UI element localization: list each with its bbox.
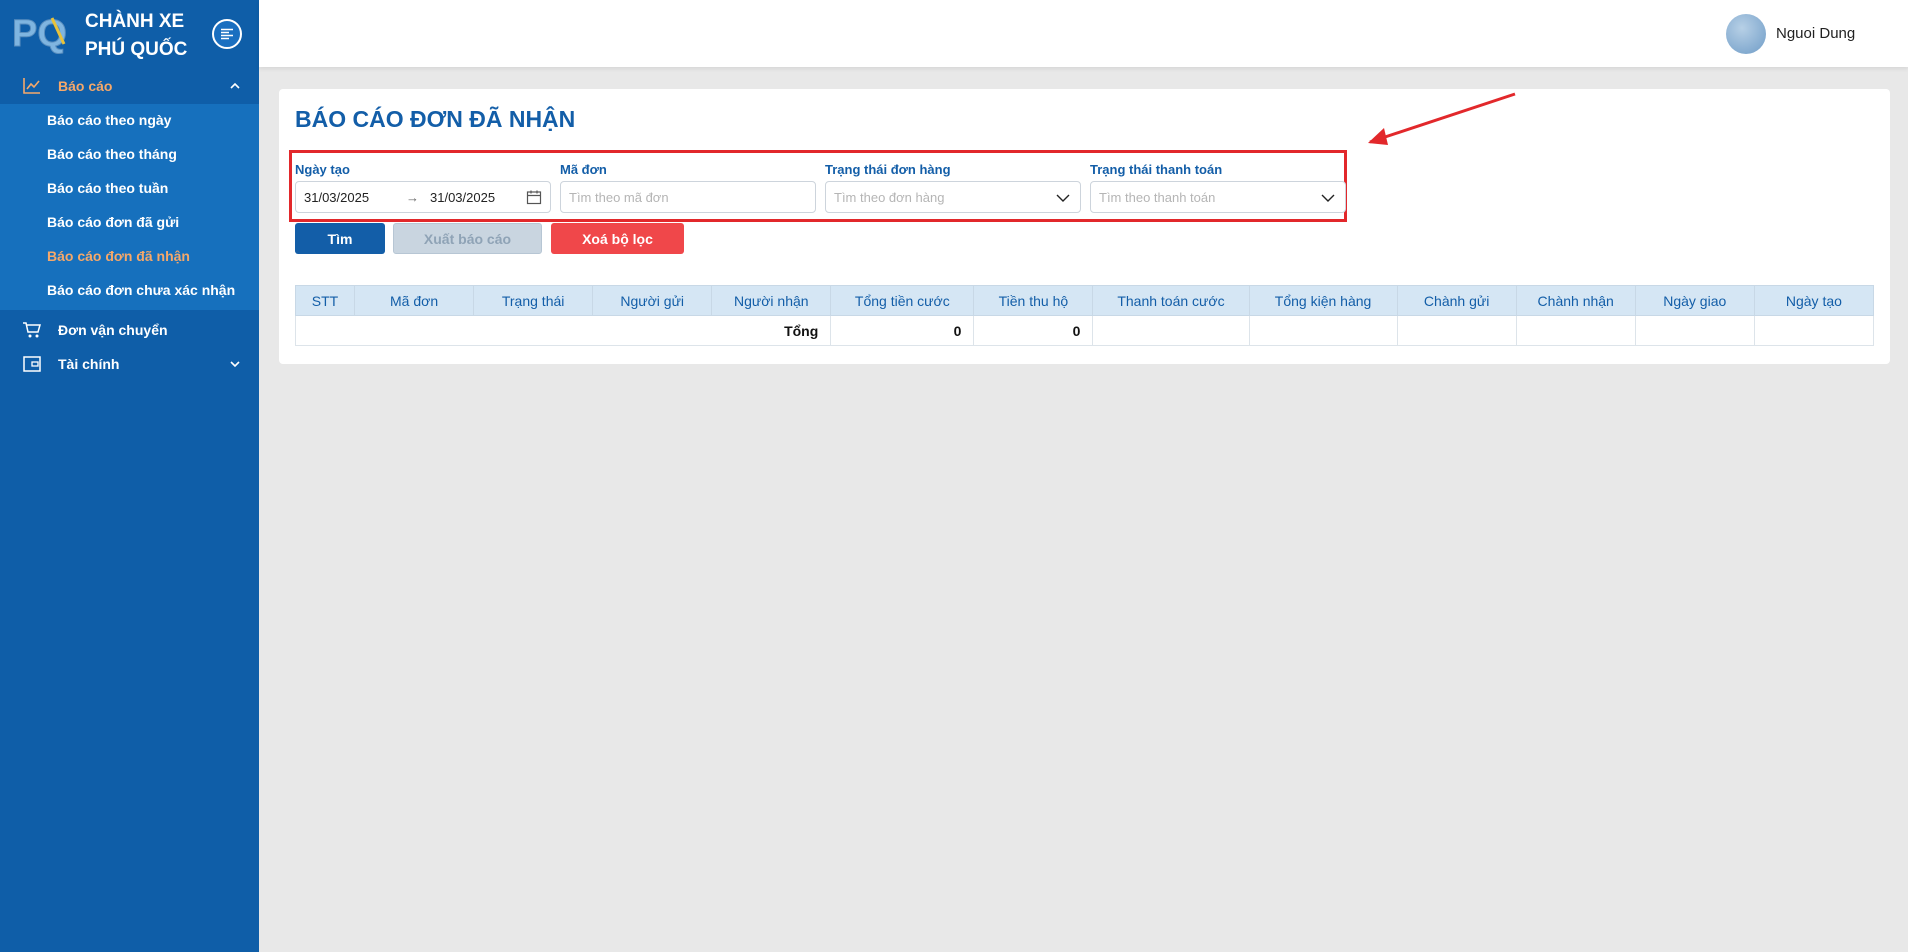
date-from-value[interactable]: 31/03/2025 xyxy=(304,190,369,205)
export-report-button[interactable]: Xuất báo cáo xyxy=(393,223,542,254)
payment-status-select[interactable]: Tìm theo thanh toán xyxy=(1090,181,1346,213)
order-status-label: Trạng thái đơn hàng xyxy=(825,162,951,177)
brand-line-1: CHÀNH XE xyxy=(85,11,185,32)
avatar[interactable] xyxy=(1726,14,1766,54)
top-header: Nguoi Dung xyxy=(259,0,1908,67)
date-range-picker[interactable]: 31/03/2025 → 31/03/2025 xyxy=(295,181,551,213)
date-label: Ngày tạo xyxy=(295,162,350,177)
brand-name: CHÀNH XE PHÚ QUỐC xyxy=(85,8,187,64)
col-header[interactable]: Người gửi xyxy=(592,285,713,316)
col-header[interactable]: Tổng tiền cước xyxy=(830,285,975,316)
sidebar: PQ CHÀNH XE PHÚ QUỐC Báo cáo Báo cáo the… xyxy=(0,0,259,952)
reports-submenu: Báo cáo theo ngày Báo cáo theo tháng Báo… xyxy=(0,104,259,310)
table-cell xyxy=(1515,315,1636,346)
sidebar-item-received-orders[interactable]: Báo cáo đơn đã nhận xyxy=(47,248,190,264)
brand: PQ CHÀNH XE PHÚ QUỐC xyxy=(0,0,259,68)
payment-status-label: Trạng thái thanh toán xyxy=(1090,162,1223,177)
col-header[interactable]: Chành nhận xyxy=(1515,285,1636,316)
sidebar-item-weekly-report[interactable]: Báo cáo theo tuần xyxy=(47,180,168,196)
menu-group-label: Đơn vận chuyển xyxy=(58,322,168,338)
table-cell xyxy=(1753,315,1875,346)
date-to-value[interactable]: 31/03/2025 xyxy=(430,190,495,205)
order-code-input[interactable]: Tìm theo mã đơn xyxy=(560,181,816,213)
menu-group-reports[interactable]: Báo cáo xyxy=(0,69,259,103)
line-chart-icon xyxy=(23,78,40,94)
brand-line-2: PHÚ QUỐC xyxy=(85,39,188,60)
sidebar-item-sent-orders[interactable]: Báo cáo đơn đã gửi xyxy=(47,214,179,230)
table-cell xyxy=(1092,315,1250,346)
order-code-placeholder: Tìm theo mã đơn xyxy=(569,190,669,205)
table-header-row: STT Mã đơn Trạng thái Người gửi Người nh… xyxy=(294,285,1875,316)
menu-group-label: Báo cáo xyxy=(58,78,113,94)
sidebar-item-unconfirmed-orders[interactable]: Báo cáo đơn chưa xác nhận xyxy=(47,282,235,298)
report-card: BÁO CÁO ĐƠN ĐÃ NHẬN Ngày tạo 31/03/2025 … xyxy=(279,89,1890,364)
search-button[interactable]: Tìm xyxy=(295,223,385,254)
col-header[interactable]: Tiền thu hộ xyxy=(973,285,1094,316)
col-header[interactable]: Thanh toán cước xyxy=(1092,285,1250,316)
table-cell xyxy=(1396,315,1517,346)
calendar-icon xyxy=(526,190,542,205)
col-header[interactable]: Chành gửi xyxy=(1396,285,1517,316)
sidebar-item-monthly-report[interactable]: Báo cáo theo tháng xyxy=(47,146,177,162)
table-total-row: Tổng 0 0 xyxy=(294,315,1875,346)
annotation-arrow-icon xyxy=(1368,92,1516,145)
menu-group-shipments[interactable]: Đơn vận chuyển xyxy=(0,313,259,347)
chevron-down-icon xyxy=(230,361,240,368)
order-code-label: Mã đơn xyxy=(560,162,607,177)
col-header[interactable]: Ngày giao xyxy=(1634,285,1755,316)
page-title: BÁO CÁO ĐƠN ĐÃ NHẬN xyxy=(295,106,576,132)
chevron-up-icon xyxy=(230,82,240,89)
total-freight-value: 0 xyxy=(830,315,975,346)
cart-icon xyxy=(23,322,41,338)
col-header[interactable]: Tổng kiện hàng xyxy=(1248,285,1398,316)
total-cod-value: 0 xyxy=(973,315,1094,346)
col-header[interactable]: STT xyxy=(294,285,356,316)
chevron-down-icon xyxy=(1056,194,1070,202)
chevron-down-icon xyxy=(1321,194,1335,202)
col-header[interactable]: Ngày tạo xyxy=(1753,285,1875,316)
menu-icon xyxy=(221,28,233,40)
total-label: Tổng xyxy=(294,315,832,346)
clear-filter-button[interactable]: Xoá bộ lọc xyxy=(551,223,684,254)
col-header[interactable]: Trạng thái xyxy=(473,285,594,316)
user-name[interactable]: Nguoi Dung xyxy=(1776,25,1855,42)
col-header[interactable]: Mã đơn xyxy=(354,285,475,316)
payment-status-placeholder: Tìm theo thanh toán xyxy=(1099,190,1216,205)
wallet-icon xyxy=(23,356,41,372)
order-status-select[interactable]: Tìm theo đơn hàng xyxy=(825,181,1081,213)
menu-group-finance[interactable]: Tài chính xyxy=(0,347,259,381)
report-table: STT Mã đơn Trạng thái Người gửi Người nh… xyxy=(294,285,1875,346)
table-cell xyxy=(1634,315,1755,346)
order-status-placeholder: Tìm theo đơn hàng xyxy=(834,190,945,205)
arrow-right-icon: → xyxy=(406,190,419,205)
sidebar-item-daily-report[interactable]: Báo cáo theo ngày xyxy=(47,112,171,128)
logo: PQ xyxy=(12,13,67,56)
col-header[interactable]: Người nhận xyxy=(711,285,832,316)
table-cell xyxy=(1248,315,1398,346)
menu-group-label: Tài chính xyxy=(58,356,120,372)
sidebar-toggle-button[interactable] xyxy=(212,19,242,49)
